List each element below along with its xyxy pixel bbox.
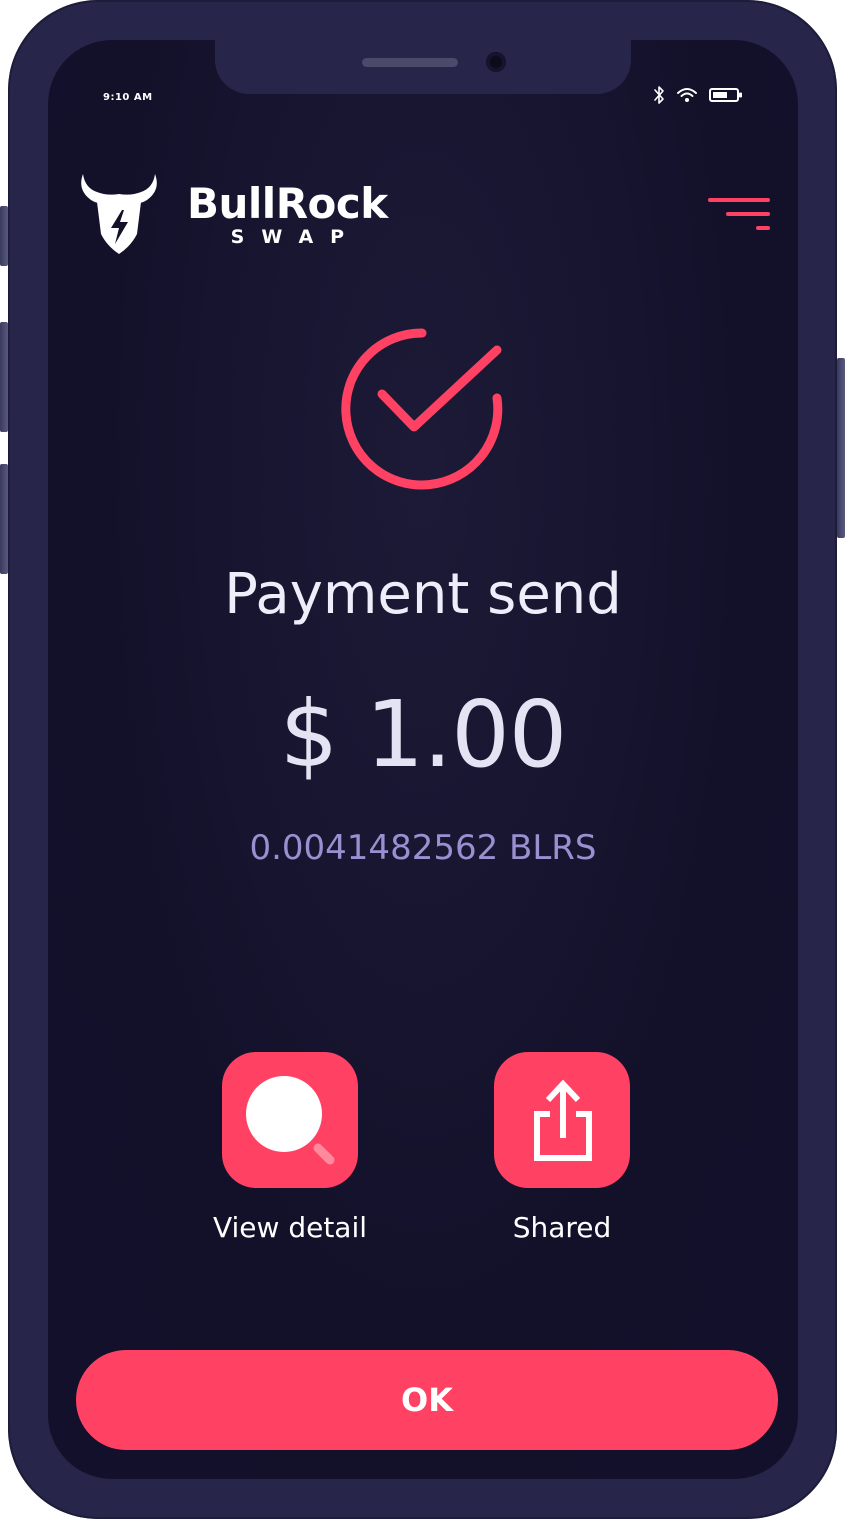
share-icon [534, 1079, 592, 1161]
menu-button[interactable] [706, 198, 770, 234]
search-icon [246, 1076, 335, 1165]
power-button [837, 358, 845, 538]
brand-name: BullRock [187, 179, 388, 228]
brand-subtitle: SWAP [230, 226, 362, 248]
share-label: Shared [512, 1211, 612, 1244]
view-detail-tile[interactable] [222, 1052, 358, 1188]
volume-button-up [0, 322, 8, 432]
menu-icon [708, 198, 770, 202]
crypto-amount: 0.0041482562 BLRS [249, 828, 597, 868]
menu-icon-line-2 [726, 212, 770, 216]
phone-screen: 9:10 AM BullRock SWAP Payment send $ 1.0… [48, 40, 798, 1479]
check-circle-icon [341, 328, 503, 490]
battery-icon [709, 88, 742, 102]
share-tile[interactable] [494, 1052, 630, 1188]
camera-icon [486, 52, 506, 72]
payment-amount: $ 1.00 [279, 681, 568, 788]
notch [215, 40, 631, 94]
brand-logo[interactable]: BullRock SWAP [75, 172, 388, 256]
volume-button-mute [0, 206, 8, 266]
share-button[interactable]: Shared [432, 1052, 692, 1246]
view-detail-button[interactable]: View detail [160, 1052, 420, 1246]
bull-head-bolt-icon [81, 174, 157, 254]
status-icons [653, 85, 743, 105]
page-title: Payment send [224, 562, 622, 627]
ok-button[interactable]: OK [76, 1350, 778, 1450]
view-detail-label: View detail [212, 1211, 368, 1244]
status-time: 9:10 AM [103, 92, 153, 103]
speaker-grille [362, 58, 458, 67]
menu-icon-line-3 [756, 226, 770, 230]
wifi-icon [677, 88, 697, 102]
volume-button-down [0, 464, 8, 574]
bluetooth-icon [654, 86, 664, 104]
